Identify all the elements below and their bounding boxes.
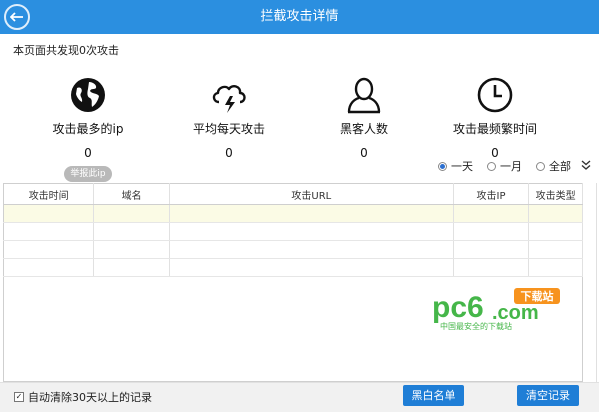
stat-value: 0 xyxy=(360,146,368,160)
svg-text:.com: .com xyxy=(492,302,539,324)
radio-label: 一天 xyxy=(451,160,473,173)
table-row[interactable] xyxy=(3,258,583,277)
table-header-row: 攻击时间 域名 攻击URL 攻击IP 攻击类型 xyxy=(3,183,583,205)
report-ip-button[interactable]: 举报此ip xyxy=(64,166,112,182)
radio-one-month[interactable]: 一月 xyxy=(487,158,522,174)
stat-value: 0 xyxy=(84,146,92,160)
attack-summary: 本页面共发现0次攻击 xyxy=(13,44,119,57)
radio-unselected-icon xyxy=(536,161,545,171)
stat-value: 0 xyxy=(225,146,233,160)
stat-label: 攻击最多的ip xyxy=(52,122,124,136)
pc6-watermark-logo: pc6 .com 下载站 中国最安全的下载站 xyxy=(430,283,580,333)
column-header-attack-type[interactable]: 攻击类型 xyxy=(528,183,583,205)
hacker-person-icon xyxy=(299,70,429,114)
column-header-attack-ip[interactable]: 攻击IP xyxy=(453,183,530,205)
svg-text:下载站: 下载站 xyxy=(521,289,554,303)
column-header-attack-url[interactable]: 攻击URL xyxy=(169,183,454,205)
attack-table: 攻击时间 域名 攻击URL 攻击IP 攻击类型 xyxy=(3,183,583,277)
auto-clear-option[interactable]: ✓ 自动清除30天以上的记录 xyxy=(14,389,152,405)
stat-label: 平均每天攻击 xyxy=(192,122,265,136)
cloud-lightning-icon xyxy=(164,70,294,114)
clock-icon xyxy=(430,70,560,114)
radio-label: 一月 xyxy=(500,160,522,173)
table-row[interactable] xyxy=(3,204,583,223)
table-row[interactable] xyxy=(3,240,583,259)
checkbox-checked-icon[interactable]: ✓ xyxy=(14,392,24,402)
stat-hacker-count: 黑客人数 0 xyxy=(299,70,429,160)
stat-peak-time: 攻击最频繁时间 0 xyxy=(430,70,560,160)
svg-text:中国最安全的下载站: 中国最安全的下载站 xyxy=(440,321,512,331)
stat-label: 攻击最频繁时间 xyxy=(452,122,537,136)
blacklist-whitelist-button[interactable]: 黑白名单 xyxy=(403,385,464,406)
radio-unselected-icon xyxy=(487,161,496,171)
radio-selected-icon xyxy=(438,161,447,171)
radio-all[interactable]: 全部 xyxy=(536,158,571,174)
column-header-attack-time[interactable]: 攻击时间 xyxy=(3,183,95,205)
column-header-domain[interactable]: 域名 xyxy=(93,183,170,205)
clear-records-button[interactable]: 清空记录 xyxy=(517,385,579,406)
time-range-selector: 一天 一月 全部 xyxy=(424,158,591,174)
title-bar: 拦截攻击详情 xyxy=(0,0,599,34)
stat-daily-average: 平均每天攻击 0 xyxy=(164,70,294,160)
svg-text:pc6: pc6 xyxy=(432,291,484,324)
stat-top-ip: 攻击最多的ip 0 举报此ip xyxy=(23,70,153,182)
radio-label: 全部 xyxy=(549,160,571,173)
vertical-scrollbar[interactable] xyxy=(583,183,597,382)
radio-one-day[interactable]: 一天 xyxy=(438,158,473,174)
globe-icon xyxy=(23,70,153,114)
stat-label: 黑客人数 xyxy=(339,122,388,136)
window-title: 拦截攻击详情 xyxy=(260,9,339,24)
table-row[interactable] xyxy=(3,222,583,241)
auto-clear-label: 自动清除30天以上的记录 xyxy=(28,391,152,404)
double-chevron-down-icon[interactable] xyxy=(581,159,591,173)
